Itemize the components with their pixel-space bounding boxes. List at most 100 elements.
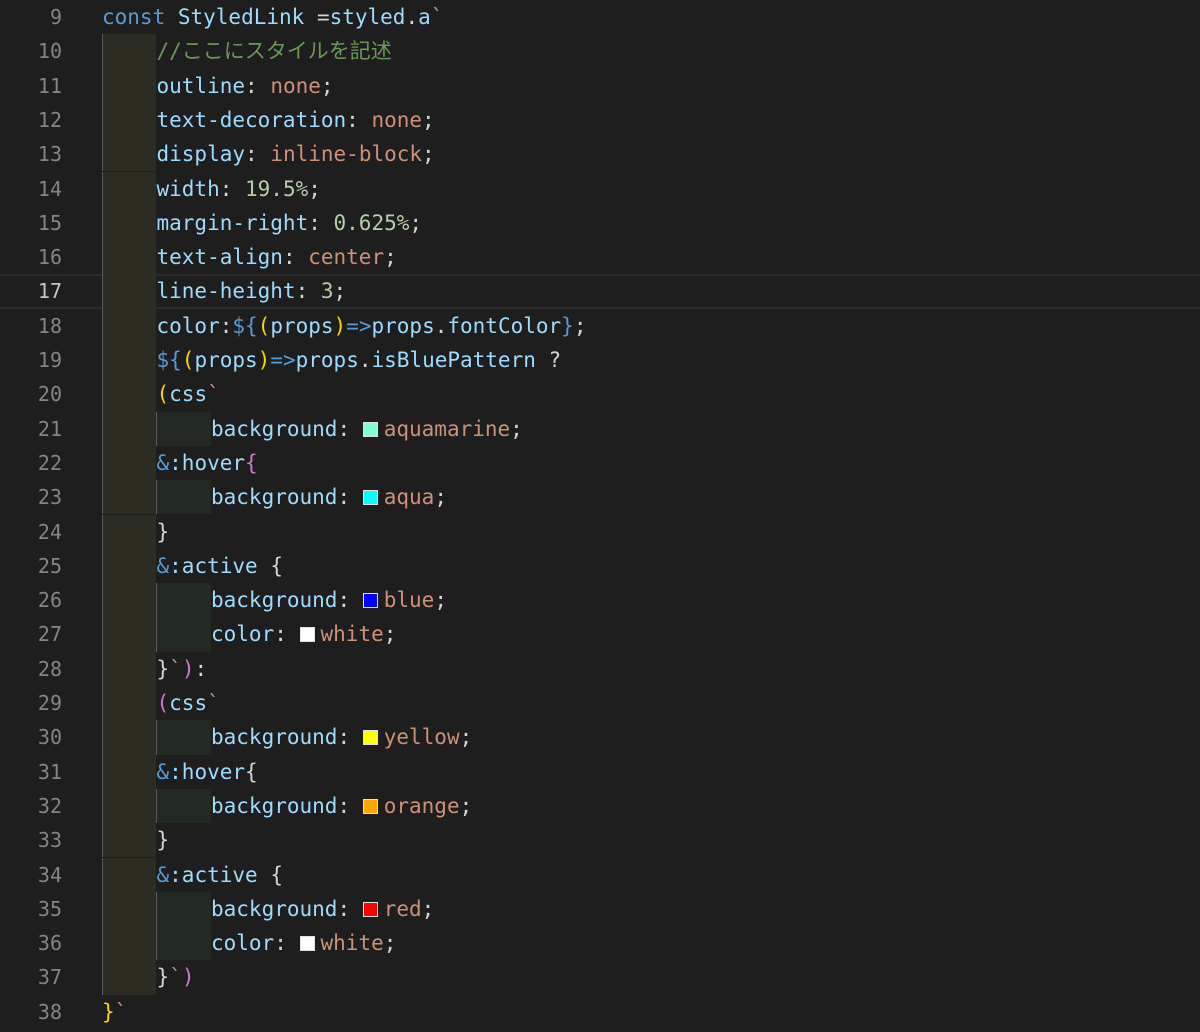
code-token: ; xyxy=(384,245,397,270)
code-line[interactable]: 37}`) xyxy=(0,960,1200,995)
color-swatch-icon[interactable] xyxy=(362,798,378,814)
code-token: a xyxy=(418,5,431,29)
code-token: display xyxy=(156,142,246,167)
code-line[interactable]: 26 background: blue; xyxy=(0,583,1200,618)
code-text: display: inline-block; xyxy=(157,137,435,171)
code-text: background: aquamarine; xyxy=(211,412,523,446)
line-number: 32 xyxy=(37,793,62,818)
code-line[interactable]: 28 }`): xyxy=(0,651,1200,686)
code-line[interactable]: 34 &:active { xyxy=(0,857,1200,892)
code-text: outline: none; xyxy=(157,69,334,103)
color-swatch-icon[interactable] xyxy=(362,901,378,917)
color-swatch-icon[interactable] xyxy=(299,936,315,952)
code-text: &:active { xyxy=(157,549,283,583)
code-token: width xyxy=(156,176,220,201)
code-line[interactable]: 10 //ここにスタイルを記述 xyxy=(0,34,1200,69)
code-token: background xyxy=(211,896,338,921)
indent-guide xyxy=(102,617,156,652)
code-line[interactable]: 25 &:active { xyxy=(0,548,1200,584)
color-swatch-icon[interactable] xyxy=(362,730,378,746)
code-line[interactable]: 9 const StyledLink =styled.a` xyxy=(0,0,1200,34)
code-token: :hover xyxy=(169,450,246,475)
code-text: margin-right: 0.625%; xyxy=(157,206,423,240)
code-token: { xyxy=(257,862,283,887)
code-line[interactable]: 13 display: inline-block; xyxy=(0,137,1200,172)
code-text: color: white; xyxy=(211,926,396,960)
code-line[interactable]: 19 ${(props)=>props.isBluePattern ? xyxy=(0,343,1200,378)
color-swatch-icon[interactable] xyxy=(362,593,378,609)
code-text: }`): xyxy=(157,652,208,686)
code-token: inline-block xyxy=(270,142,423,167)
color-swatch-icon[interactable] xyxy=(362,490,378,506)
line-number: 28 xyxy=(37,656,62,681)
code-token: ` xyxy=(207,382,220,407)
code-line[interactable]: 16 text-align: center; xyxy=(0,240,1200,275)
color-swatch-icon[interactable] xyxy=(299,627,315,643)
code-token: background xyxy=(211,725,338,750)
code-line[interactable]: 38}` xyxy=(0,995,1200,1029)
code-token: : xyxy=(274,622,300,647)
code-text: &:active { xyxy=(157,858,283,892)
code-line[interactable]: 24} xyxy=(0,514,1200,549)
indent-guide xyxy=(156,411,211,446)
code-token: : xyxy=(295,279,321,304)
code-line[interactable]: 35 background: red; xyxy=(0,891,1200,927)
indent-guide xyxy=(156,891,211,927)
indent-guide xyxy=(156,480,211,515)
code-line[interactable]: 15 margin-right: 0.625%; xyxy=(0,205,1200,241)
code-line[interactable]: 22 &:hover{ xyxy=(0,445,1200,481)
code-text: text-align: center; xyxy=(157,240,397,274)
indent-guide xyxy=(102,171,156,206)
code-token: ( xyxy=(257,313,271,338)
line-number: 31 xyxy=(37,759,62,784)
code-token: props xyxy=(270,313,334,338)
indent-guide xyxy=(102,445,156,481)
code-line[interactable]: 30 background: yellow; xyxy=(0,720,1200,755)
code-token: center xyxy=(308,245,385,270)
code-token: aquamarine xyxy=(383,416,511,441)
line-number: 27 xyxy=(37,622,62,647)
code-line[interactable]: 20 (css` xyxy=(0,377,1200,412)
code-token: ) xyxy=(181,965,195,990)
color-swatch-icon[interactable] xyxy=(362,421,378,437)
code-text: color:${(props)=>props.fontColor}; xyxy=(157,309,587,343)
line-number: 25 xyxy=(37,553,62,578)
code-token: ${ xyxy=(232,313,258,338)
code-token: css xyxy=(169,691,208,715)
code-line[interactable]: 36 color: white; xyxy=(0,926,1200,961)
line-number: 13 xyxy=(37,142,62,167)
code-line[interactable]: 21 background: aquamarine; xyxy=(0,411,1200,446)
indent-guide xyxy=(102,720,156,755)
code-token: : xyxy=(219,313,233,338)
code-line[interactable]: 29 (css` xyxy=(0,686,1200,721)
line-number: 19 xyxy=(37,348,62,372)
code-text: } xyxy=(157,823,170,857)
code-line[interactable]: 12 text-decoration: none; xyxy=(0,102,1200,138)
code-line[interactable]: 18 color:${(props)=>props.fontColor}; xyxy=(0,308,1200,343)
code-text: background: red; xyxy=(211,892,434,926)
indent-guide xyxy=(102,788,156,824)
code-token: & xyxy=(156,450,170,475)
code-line[interactable]: 14 width: 19.5%; xyxy=(0,171,1200,206)
code-line[interactable]: 17 line-height: 3; xyxy=(0,274,1200,309)
line-number: 14 xyxy=(37,176,62,201)
code-text: &:hover{ xyxy=(157,755,258,789)
code-token: ; xyxy=(409,210,423,235)
indent-guide xyxy=(102,240,156,275)
code-token: ; xyxy=(573,313,587,338)
code-token: { xyxy=(257,553,283,578)
code-line[interactable]: 11 outline: none; xyxy=(0,68,1200,103)
line-number: 33 xyxy=(37,828,62,853)
code-editor[interactable]: 9 const StyledLink =styled.a` 10//ここにスタイルを… xyxy=(0,0,1200,1032)
code-text: }`) xyxy=(157,960,195,994)
code-token: ? xyxy=(535,348,562,372)
indent-guide xyxy=(102,686,156,721)
code-token: //ここにスタイルを記述 xyxy=(156,39,392,64)
code-line[interactable]: 27 color: white; xyxy=(0,617,1200,652)
indent-guide xyxy=(102,411,156,446)
code-line[interactable]: 23 background: aqua; xyxy=(0,480,1200,515)
code-line[interactable]: 32 background: orange; xyxy=(0,788,1200,824)
line-number: 11 xyxy=(37,73,62,98)
code-line[interactable]: 33} xyxy=(0,823,1200,858)
code-line[interactable]: 31 &:hover{ xyxy=(0,754,1200,789)
